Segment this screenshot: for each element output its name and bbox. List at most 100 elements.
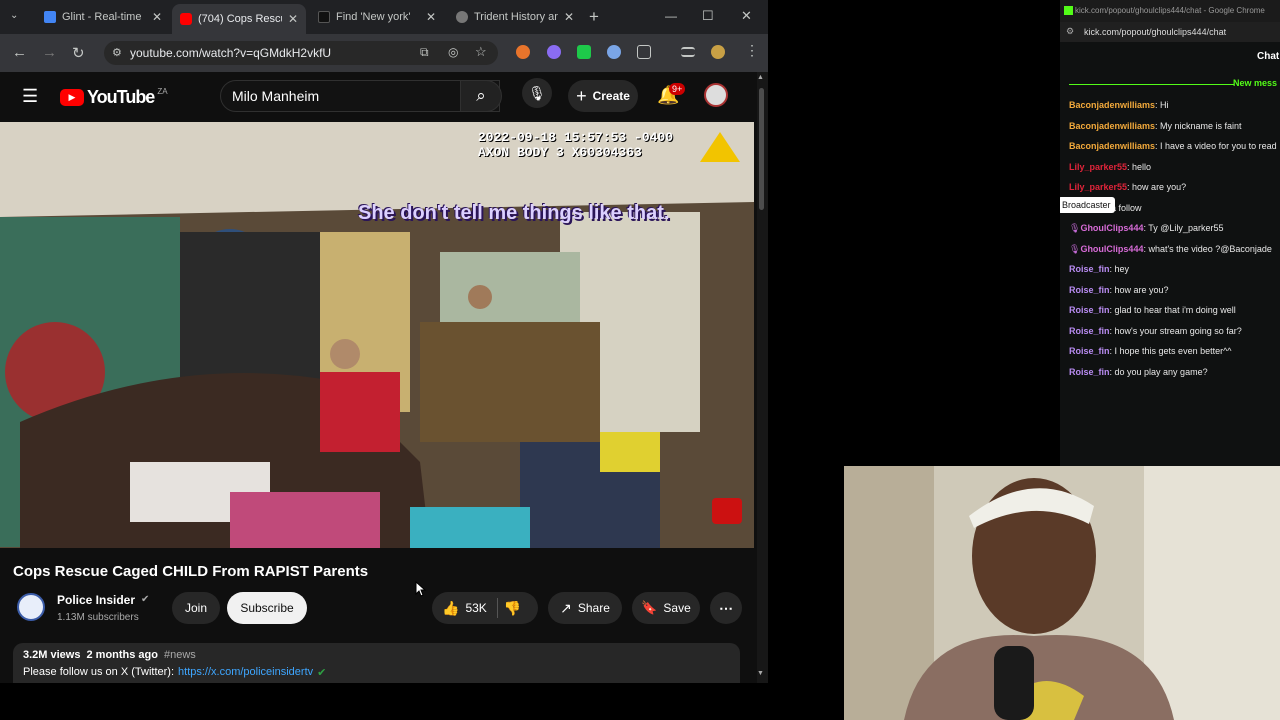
voice-search-mic-icon[interactable]: 🎙 — [522, 78, 552, 108]
tab-glint[interactable]: Glint - Real-time ✕ — [36, 4, 170, 30]
description-follow-line: Please follow us on X (Twitter): https:/… — [23, 666, 326, 679]
account-avatar[interactable] — [704, 83, 728, 107]
chat-text: : how's your stream going so far? — [1109, 326, 1242, 336]
new-tab-button[interactable]: + — [589, 7, 599, 27]
like-dislike-group: 👍 53K 👎 — [432, 592, 538, 624]
chat-message: Roise_fin: how are you? — [1069, 285, 1169, 295]
scroll-down-arrow-icon[interactable]: ▼ — [757, 670, 764, 677]
extension-globe-icon[interactable] — [607, 45, 621, 59]
youtube-logo[interactable]: ▶ YouTube ZA — [60, 87, 168, 108]
tab-youtube-active[interactable]: (704) Cops Rescu ✕ — [172, 4, 306, 34]
search-input[interactable]: Milo Manheim — [220, 80, 500, 112]
save-label: Save — [663, 601, 691, 615]
bookmark-star-icon[interactable]: ☆ — [475, 44, 487, 60]
minimize-button[interactable]: — — [665, 9, 677, 23]
verified-check-icon: ✔ — [141, 594, 150, 605]
close-tab-icon[interactable]: ✕ — [426, 10, 436, 24]
chat-text: : I hope this gets even better^^ — [1109, 346, 1232, 356]
glint-favicon-icon — [44, 11, 56, 23]
extension-green-icon[interactable] — [577, 45, 591, 59]
join-button[interactable]: Join — [172, 592, 220, 624]
tab-search-chevron-icon[interactable]: ⌄ — [10, 10, 18, 21]
save-button[interactable]: 🔖 Save — [632, 592, 700, 624]
chat-username[interactable]: Baconjadenwilliams — [1069, 141, 1155, 151]
chat-text: : hello — [1127, 162, 1152, 172]
subscribe-button[interactable]: Subscribe — [227, 592, 307, 624]
channel-avatar[interactable] — [17, 593, 45, 621]
extensions-puzzle-icon[interactable] — [637, 45, 651, 59]
chat-popout-window: kick.com/popout/ghoulclips444/chat - Goo… — [1060, 0, 1280, 466]
description-meta: 3.2M views 2 months ago #news — [23, 649, 196, 661]
chat-username[interactable]: Roise_fin — [1069, 326, 1110, 336]
close-tab-icon[interactable]: ✕ — [152, 10, 162, 24]
share-button[interactable]: ↗ Share — [548, 592, 622, 624]
bookmark-icon: 🔖 — [641, 600, 658, 615]
close-tab-icon[interactable]: ✕ — [564, 10, 574, 24]
url-text: youtube.com/watch?v=qGMdkH2vkfU — [130, 46, 332, 60]
close-window-button[interactable]: ✕ — [741, 8, 752, 24]
chat-username[interactable]: Roise_fin — [1069, 264, 1110, 274]
extension-purple-icon[interactable] — [547, 45, 561, 59]
region-code: ZA — [157, 87, 168, 96]
chat-username[interactable]: Lily_parker55 — [1069, 182, 1127, 192]
camera-id-line: AXON BODY 3 X60304363 — [478, 145, 642, 160]
tab-bar: ⌄ Glint - Real-time ✕ (704) Cops Rescu ✕… — [0, 0, 768, 34]
dislike-thumb-icon[interactable]: 👎 — [504, 600, 521, 617]
channel-name[interactable]: Police Insider — [57, 593, 135, 607]
scroll-up-arrow-icon[interactable]: ▲ — [757, 74, 764, 81]
eye-off-icon[interactable]: ◎ — [448, 45, 458, 59]
chat-username[interactable]: Baconjadenwilliams — [1069, 121, 1155, 131]
chat-message: Baconjadenwilliams: I have a video for y… — [1069, 141, 1277, 151]
create-button[interactable]: + Create — [568, 80, 638, 112]
mouse-cursor-icon — [415, 581, 427, 597]
create-label: Create — [592, 89, 630, 103]
timestamp-line: 2022-09-18 15:57:53 -0400 — [478, 130, 674, 145]
kick-favicon-icon — [1064, 6, 1073, 15]
hashtag-link[interactable]: #news — [164, 649, 196, 661]
extension-fox-icon[interactable] — [516, 45, 530, 59]
like-thumb-icon[interactable]: 👍 — [442, 600, 459, 617]
profile-avatar-icon[interactable] — [711, 45, 725, 59]
chat-text: : hey — [1109, 264, 1130, 274]
tab-label: Find 'New york' — [336, 11, 411, 23]
back-arrow-icon[interactable]: ← — [12, 44, 27, 61]
chat-username[interactable]: Roise_fin — [1069, 305, 1110, 315]
chat-username[interactable]: GhoulClips444 — [1080, 223, 1143, 233]
hamburger-menu-icon[interactable]: ☰ — [22, 86, 38, 107]
tab-tiktok[interactable]: Find 'New york' ✕ — [310, 4, 444, 30]
tab-trident[interactable]: Trident History an ✕ — [448, 4, 582, 30]
webcam-feed — [844, 466, 1280, 720]
forward-arrow-icon[interactable]: → — [42, 44, 57, 61]
chat-username[interactable]: GhoulClips444 — [1080, 244, 1143, 254]
video-player[interactable]: 2022-09-18 15:57:53 -0400 AXON BODY 3 X6… — [0, 122, 754, 548]
chat-username[interactable]: Roise_fin — [1069, 367, 1110, 377]
address-bar[interactable]: ⚙ youtube.com/watch?v=qGMdkH2vkfU ⧉ ◎ ☆ — [104, 41, 498, 65]
search-button[interactable]: ⌕ — [460, 80, 502, 112]
close-tab-icon[interactable]: ✕ — [288, 12, 298, 26]
more-dots-icon: ⋯ — [719, 599, 733, 616]
chat-username[interactable]: Roise_fin — [1069, 285, 1110, 295]
site-info-icon[interactable]: ⚙ — [1066, 26, 1074, 37]
reload-icon[interactable]: ↻ — [72, 44, 85, 62]
scrollbar-thumb[interactable] — [759, 88, 764, 210]
chat-window-title: kick.com/popout/ghoulclips444/chat - Goo… — [1075, 6, 1265, 15]
install-icon[interactable]: ⧉ — [420, 45, 429, 60]
plus-icon: + — [576, 85, 587, 106]
site-info-icon[interactable]: ⚙ — [112, 46, 122, 59]
like-count[interactable]: 53K — [465, 601, 486, 615]
twitter-link[interactable]: https://x.com/policeinsidertv — [178, 666, 313, 679]
chat-message: Lily_parker55: hello — [1069, 162, 1151, 172]
tab-label: (704) Cops Rescu — [198, 13, 282, 25]
chrome-menu-icon[interactable]: ⋮ — [745, 42, 759, 59]
more-actions-button[interactable]: ⋯ — [710, 592, 742, 624]
chat-urlbar: ⚙ kick.com/popout/ghoulclips444/chat — [1060, 22, 1280, 42]
bodycam-timestamp: 2022-09-18 15:57:53 -0400 AXON BODY 3 X6… — [478, 130, 673, 160]
media-control-icon[interactable] — [681, 47, 695, 57]
verified-circle-icon: ✔ — [317, 667, 327, 679]
chat-username[interactable]: Lily_parker55 — [1069, 162, 1127, 172]
chat-username[interactable]: Baconjadenwilliams — [1069, 100, 1155, 110]
maximize-button[interactable]: ☐ — [702, 8, 714, 24]
chat-message: 🎙GhoulClips444: what's the video ?@Bacon… — [1069, 244, 1272, 255]
chat-username[interactable]: Roise_fin — [1069, 346, 1110, 356]
new-messages-label[interactable]: New mess — [1233, 78, 1277, 88]
